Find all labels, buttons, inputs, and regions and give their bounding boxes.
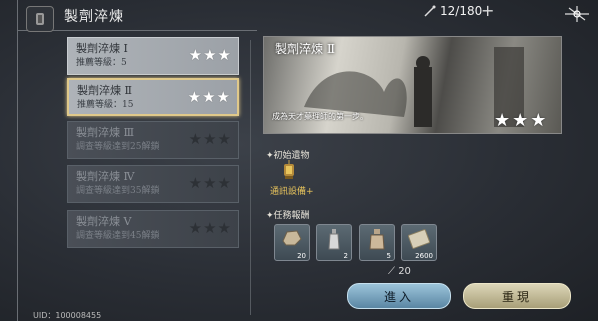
stage-stars: ★★★ [187, 88, 231, 106]
reward-count: 2 [343, 252, 348, 260]
replay-button[interactable]: 重現 [463, 283, 571, 309]
add-stamina-button[interactable]: + [481, 1, 494, 20]
stage-detail-title: 製劑淬煉 Ⅱ [275, 42, 335, 56]
stage-stars: ★★★ [188, 219, 232, 237]
reward-count: 2600 [415, 252, 433, 260]
stage-item[interactable]: 製劑淬煉 Ⅰ 推薦等級：5 ★★★ [67, 37, 239, 75]
entry-cost-value: 20 [398, 266, 411, 277]
reward-item[interactable]: 20 [274, 224, 310, 261]
reward-item[interactable]: 5 [359, 224, 395, 261]
initial-artifact-name: 通訊設備+ [270, 187, 314, 197]
essence-bottle-icon [360, 229, 394, 251]
left-frame-line [17, 0, 18, 321]
stage-item[interactable]: 製劑淬煉 Ⅳ 調查等級達到35解鎖 ★★★ [67, 165, 239, 203]
ore-icon [275, 229, 309, 247]
menu-logo-icon[interactable] [26, 6, 54, 32]
stage-description: 成為天才藥理師的第一步。 [272, 112, 368, 121]
stage-item[interactable]: 製劑淬煉 Ⅴ 調查等級達到45解鎖 ★★★ [67, 210, 239, 248]
stage-stars: ★★★ [188, 130, 232, 148]
reward-item[interactable]: 2 [316, 224, 352, 261]
stamina-cost-icon: ⟋ [388, 266, 395, 277]
banknote-icon [402, 229, 436, 249]
reward-item[interactable]: 2600 [401, 224, 437, 261]
stage-item[interactable]: 製劑淬煉 Ⅲ 調查等級達到25解鎖 ★★★ [67, 121, 239, 159]
stage-item[interactable]: 製劑淬煉 Ⅱ 推薦等級：15 ★★★ [67, 78, 239, 116]
enter-button[interactable]: 進入 [347, 283, 451, 309]
panel-divider [250, 40, 251, 315]
user-id: UID：100008455 [33, 311, 102, 320]
page-title: 製劑淬煉 [64, 9, 124, 25]
potion-bottle-icon [317, 229, 351, 251]
reward-count: 5 [386, 252, 391, 260]
stamina-counter: 12/180 [440, 4, 483, 18]
reward-count: 20 [297, 252, 306, 260]
stage-stars: ★★★ [188, 174, 232, 192]
home-compass-icon[interactable] [563, 4, 591, 24]
stage-stars: ★★★ [188, 46, 232, 64]
entry-cost: ⟋ 20 [388, 266, 411, 277]
rewards-label: ✦任務報酬 [266, 211, 310, 221]
stamina-icon [423, 4, 437, 21]
stage-star-rating: ★★★ [494, 110, 549, 131]
lantern-icon[interactable] [282, 160, 296, 184]
